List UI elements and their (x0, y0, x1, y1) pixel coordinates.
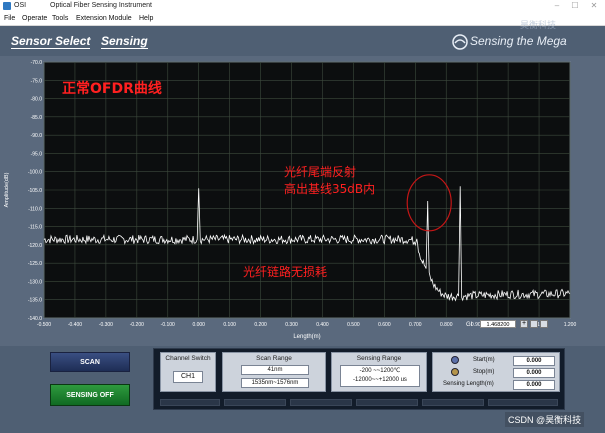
settings-panel: Channel Switch CH1 Scan Range 41nm 1535n… (153, 348, 565, 410)
sensing-range-temp: -200 ~~1200℃ (359, 368, 401, 374)
header: Sensor Select Sensing Sensing the Mega 昊… (0, 20, 605, 56)
y-tick-label: -95.0 (31, 151, 43, 157)
x-tick-label: 0.800 (440, 322, 453, 328)
status-slot (422, 399, 484, 406)
annotation-reflection-2: 高出基线35dB内 (284, 182, 376, 196)
sensing-length-label: Sensing Length(m) (443, 381, 494, 387)
y-tick-label: -70.0 (31, 60, 43, 66)
x-tick-label: -0.300 (99, 322, 113, 328)
sensing-range-strain: -12000~~+12000 us (353, 377, 407, 383)
y-tick-label: -100.0 (28, 170, 42, 176)
zoom-box-icon[interactable] (530, 320, 538, 328)
menu-operate[interactable]: Operate (22, 15, 47, 22)
sensing-range-values: -200 ~~1200℃ -12000~~+12000 us (340, 365, 420, 387)
y-tick-label: -115.0 (28, 225, 42, 231)
y-tick-label: -85.0 (31, 115, 43, 121)
y-tick-label: -140.0 (28, 316, 42, 322)
status-slot (290, 399, 352, 406)
scan-range-group: Scan Range 41nm 1535nm~1576nm (222, 352, 326, 392)
ofdr-chart[interactable]: -0.500 -0.400 -0.300 -0.200 -0.100 0.000 0.100… (0, 56, 605, 346)
x-tick-label: 0.400 (316, 322, 329, 328)
app-icon (3, 2, 11, 10)
y-tick-label: -125.0 (28, 261, 42, 267)
scan-range-wavelength: 1535nm~1576nm (241, 378, 309, 388)
status-slot (160, 399, 220, 406)
channel-switch-group: Channel Switch CH1 (160, 352, 216, 392)
scan-button[interactable]: SCAN (50, 352, 130, 372)
sensing-length-value: 0.000 (513, 380, 555, 390)
zoom-plus-icon[interactable]: + (520, 320, 528, 328)
status-slot (488, 399, 558, 406)
y-tick-label: -75.0 (31, 78, 43, 84)
y-tick-label: -120.0 (28, 243, 42, 249)
menu-tools[interactable]: Tools (52, 15, 68, 22)
scan-range-title: Scan Range (256, 355, 292, 362)
x-tick-label: -0.500 (37, 322, 51, 328)
app-name: OSI (14, 2, 27, 9)
x-tick-label: -0.200 (130, 322, 144, 328)
plot-frame: -0.500 -0.400 -0.300 -0.200 -0.100 0.000 0.100… (0, 56, 605, 346)
sensing-range-title: Sensing Range (356, 355, 402, 362)
start-label: Start(m) (473, 357, 495, 363)
x-tick-label: 0.300 (285, 322, 298, 328)
window-title: Optical Fiber Sensing Instrument (50, 2, 152, 9)
maximize-icon[interactable]: ☐ (566, 0, 584, 12)
x-tick-label: -0.400 (68, 322, 82, 328)
stop-knob-icon[interactable] (451, 368, 459, 376)
x-tick-label: 0.000 (192, 322, 205, 328)
brand-topright: 昊衡科技 (520, 20, 557, 30)
title-bar: OSI Optical Fiber Sensing Instrument – ☐… (0, 0, 605, 12)
gi-field[interactable]: 1.468200 (480, 320, 516, 328)
close-icon[interactable]: ✕ (585, 0, 603, 12)
brand-logo-icon (452, 34, 468, 50)
x-tick-label: 0.500 (347, 322, 360, 328)
tab-sensor-select[interactable]: Sensor Select (11, 34, 91, 49)
annotation-reflection-1: 光纤尾端反射 (284, 165, 357, 179)
y-tick-label: -105.0 (28, 188, 42, 194)
gi-label: GI (466, 322, 473, 328)
length-group: Start(m) 0.000 Stop(m) 0.000 Sensing Len… (432, 352, 560, 392)
x-tick-label: -0.100 (161, 322, 175, 328)
annotation-no-loss: 光纤链路无损耗 (243, 265, 328, 279)
start-knob-icon[interactable] (451, 356, 459, 364)
stop-label: Stop(m) (473, 369, 495, 375)
sensing-range-group: Sensing Range -200 ~~1200℃ -12000~~+1200… (331, 352, 427, 392)
start-input[interactable]: 0.000 (513, 356, 555, 366)
channel-select[interactable]: CH1 (173, 371, 203, 383)
scan-range-width: 41nm (241, 365, 309, 375)
brand-text: Sensing the Mega (470, 34, 567, 48)
status-slot (356, 399, 418, 406)
pan-icon[interactable] (540, 320, 548, 328)
y-tick-label: -130.0 (28, 279, 42, 285)
channel-switch-title: Channel Switch (165, 355, 211, 362)
menu-help[interactable]: Help (139, 15, 153, 22)
x-axis-label: Length(m) (293, 334, 320, 340)
menu-extension-module[interactable]: Extension Module (76, 15, 132, 22)
menu-file[interactable]: File (4, 15, 15, 22)
sensing-off-button[interactable]: SENSING OFF (50, 384, 130, 406)
x-tick-label: 0.600 (378, 322, 391, 328)
annotation-title: 正常OFDR曲线 (62, 81, 162, 97)
watermark: CSDN @昊衡科技 (505, 412, 585, 427)
x-tick-label: 0.200 (254, 322, 267, 328)
y-axis-label: Amplitude(dB) (4, 172, 10, 207)
status-slot (224, 399, 286, 406)
x-tick-label: 0.100 (223, 322, 236, 328)
x-tick-label: 1.200 (564, 322, 577, 328)
stop-input[interactable]: 0.000 (513, 368, 555, 378)
minimize-icon[interactable]: – (548, 0, 566, 12)
y-tick-label: -90.0 (31, 133, 43, 139)
x-tick-label: 0.700 (409, 322, 422, 328)
y-tick-label: -135.0 (28, 298, 42, 304)
menu-bar: File Operate Tools Extension Module Help (0, 12, 605, 26)
y-tick-label: -80.0 (31, 97, 43, 103)
y-tick-label: -110.0 (28, 206, 42, 212)
tab-sensing[interactable]: Sensing (101, 34, 148, 49)
